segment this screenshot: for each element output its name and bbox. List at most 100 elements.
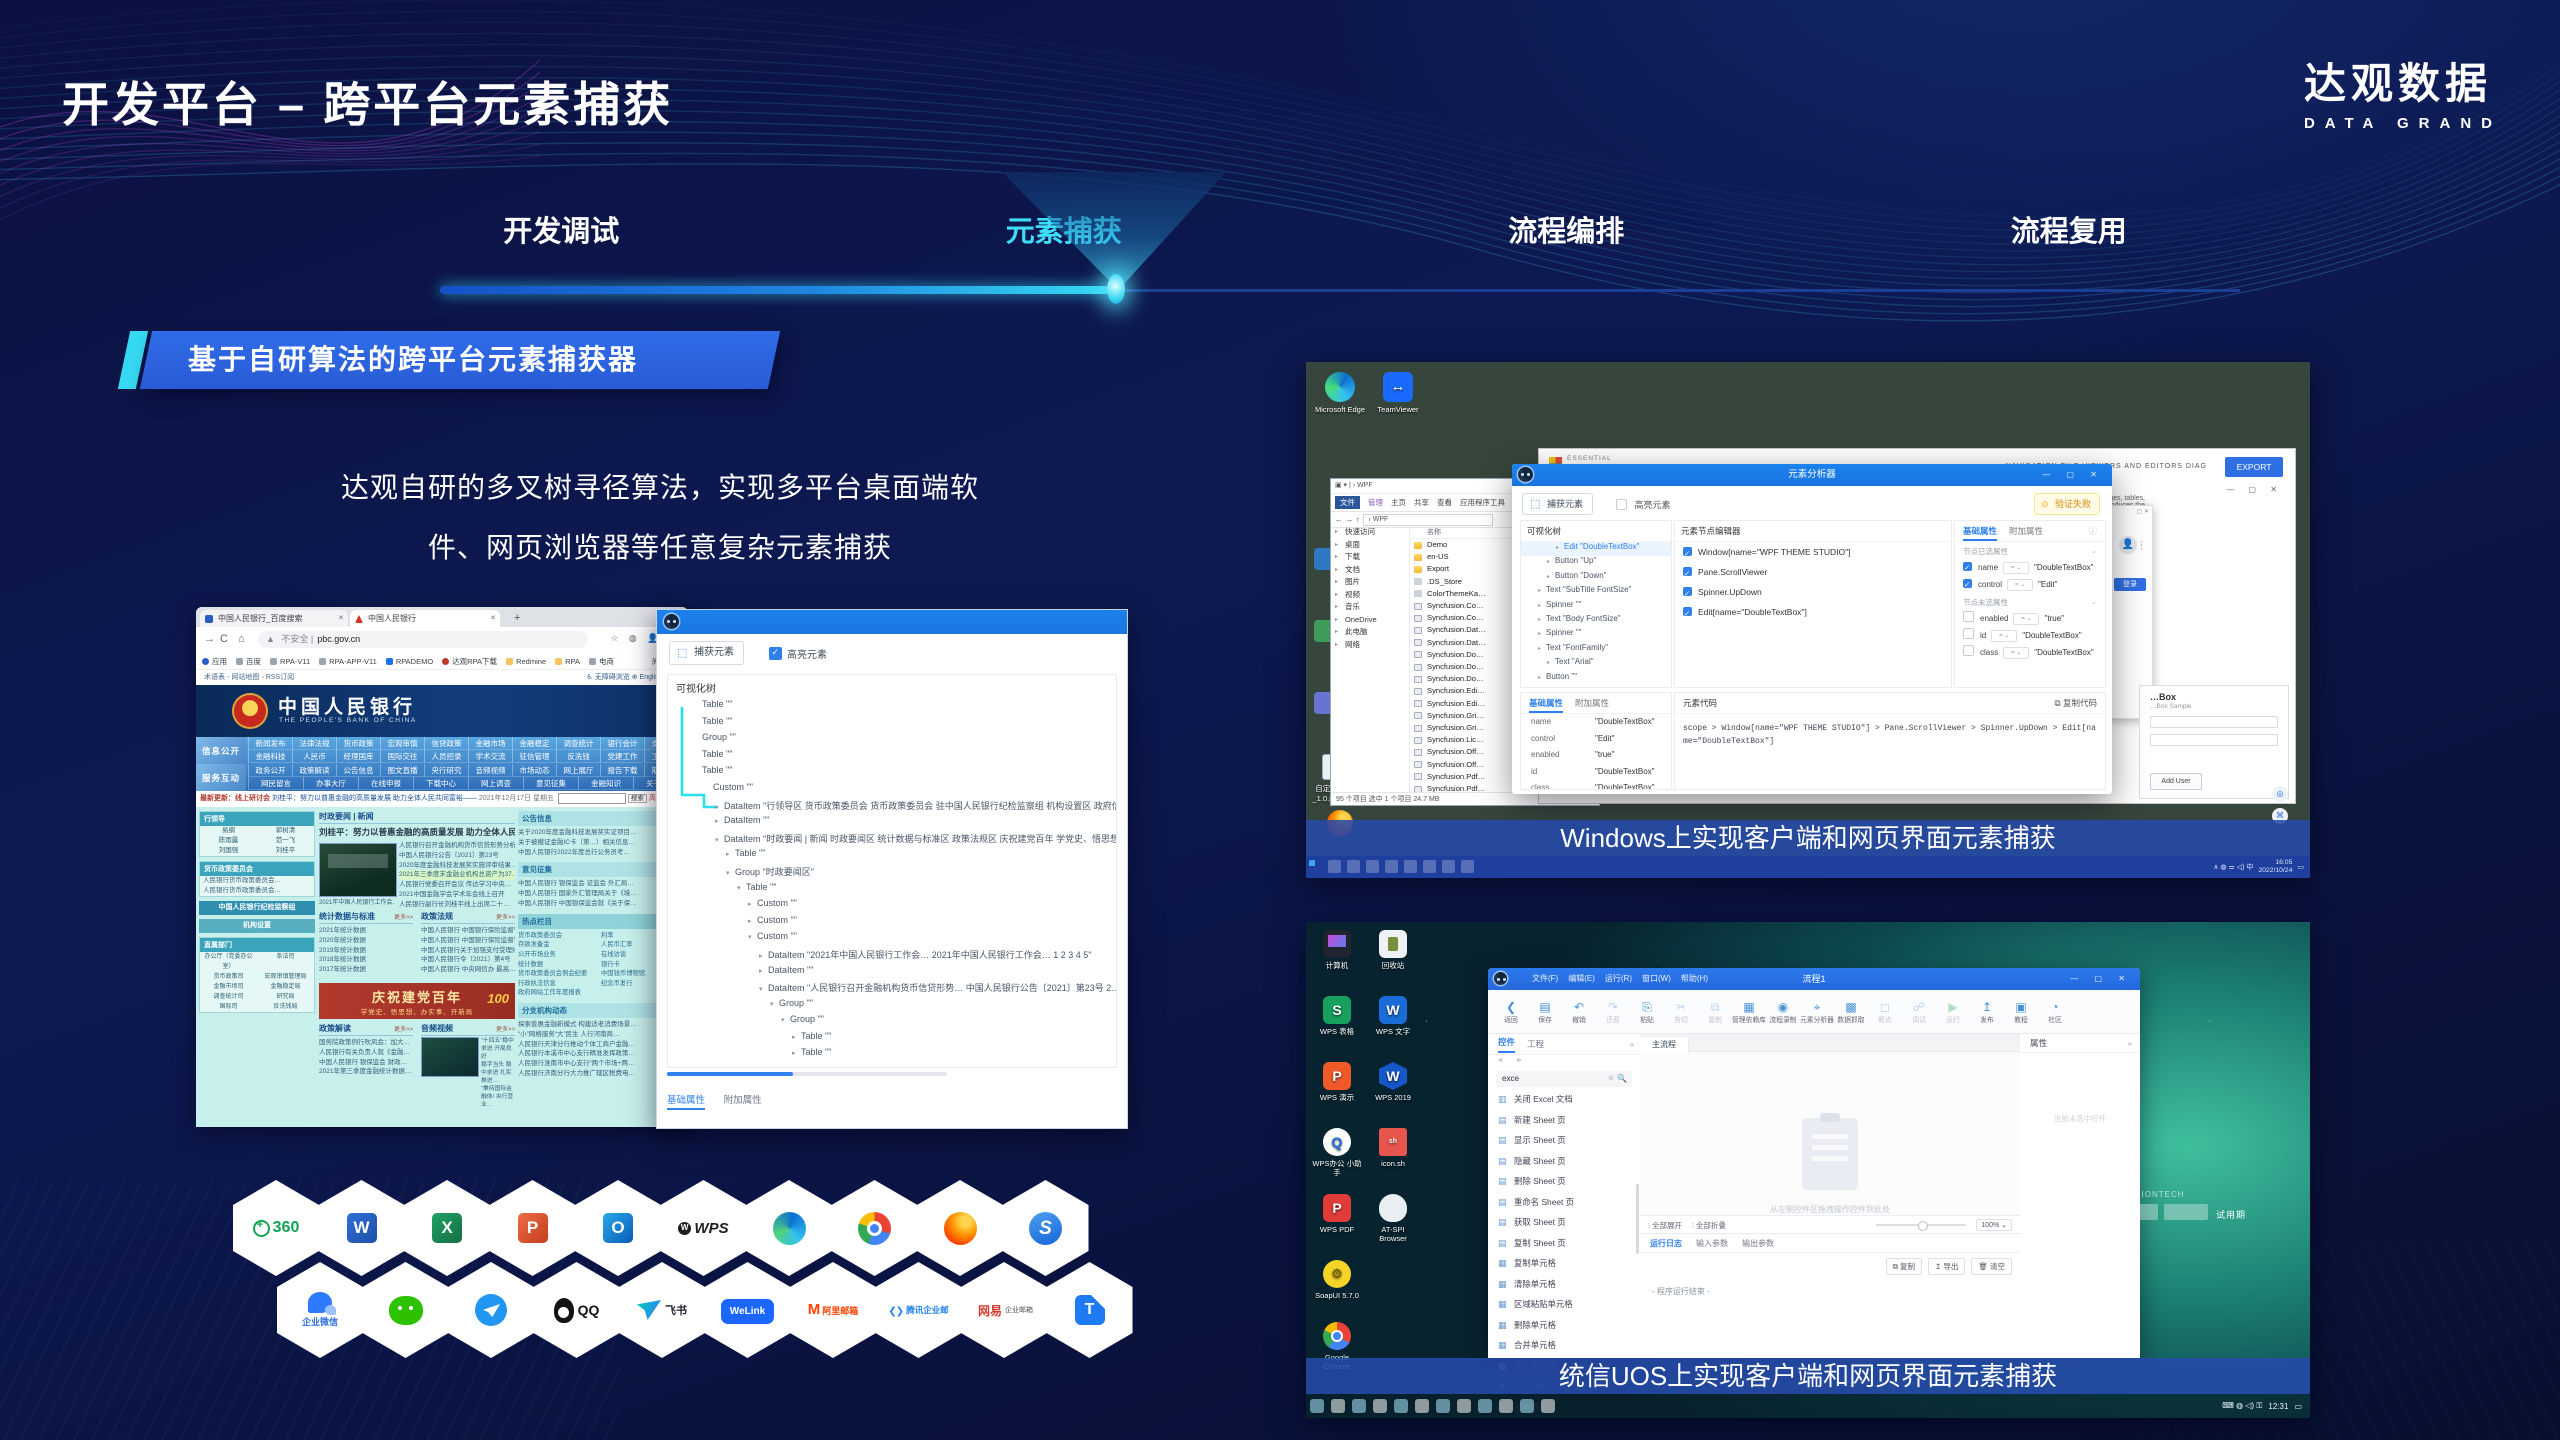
tab-extra-props[interactable]: 附加属性 [724,1095,762,1106]
tree-row[interactable]: ▾Group "" [668,1014,1116,1031]
command-item[interactable]: ▦清除单元格 [1488,1274,1640,1295]
tree-row[interactable]: Table "" [668,765,1116,782]
sidebar-item[interactable]: 网络 [1331,639,1409,652]
tree-row[interactable]: ▸DataItem "行领导区 货币政策委员会 货币政策委员会 驻中国人民银行纪… [668,799,1116,816]
bookmark-item[interactable]: 达观RPA下载 [442,656,497,667]
hot-link[interactable]: 货币政策委员会例会纪要 [518,969,601,979]
tree-row[interactable]: Table "" [668,716,1116,733]
taskbar-icon[interactable] [1347,860,1360,873]
tree-row[interactable]: ▸Text "FontFamily" [1521,643,1671,657]
hot-link[interactable]: 政府网站工作年度报表 [518,988,601,998]
desktop-icon-WPS-PDF[interactable]: PWPS PDF [1312,1194,1362,1234]
path-box[interactable]: › WPF [1363,514,1493,526]
capture-element-button[interactable]: 捕获元素 [669,641,744,665]
command-item[interactable]: ▦区域粘贴单元格 [1488,1294,1640,1315]
desktop-icon-回收站[interactable]: 回收站 [1368,930,1418,970]
toolbar-button[interactable]: ◔社区 [2038,1000,2072,1024]
law-item[interactable]: 中国人民银行 中国银行保险监督管… [421,926,515,936]
sidebar-item[interactable]: OneDrive [1331,614,1409,627]
floating-action-icon[interactable]: ◎ [2272,786,2288,802]
tree-row[interactable]: ▸Spinner "" [1521,628,1671,642]
command-item[interactable]: ▦删除单元格 [1488,1315,1640,1336]
node-checkbox[interactable] [1683,567,1692,576]
tree-row[interactable]: ▸Text "Body FontSize" [1521,614,1671,628]
leader-link[interactable]: 刘桂平 [257,846,314,856]
sample-input[interactable] [2150,716,2278,728]
desktop-icon-AT-SPI-Browser[interactable]: AT-SPI Browser [1368,1194,1418,1243]
menu-item[interactable]: 窗口(W) [1642,968,1671,990]
desktop-icon-edge[interactable]: Microsoft Edge [1314,372,1366,414]
toolbar-button[interactable]: ⎘粘贴 [1630,1000,1664,1024]
stats-item[interactable]: 2017年统计数据 [319,965,413,975]
expand-all-button[interactable]: ⫶ 全部展开 [1648,1220,1682,1231]
nav-item[interactable]: 网上调查 [468,777,523,790]
law-item[interactable]: 中国人民银行 中国银行保险监督管… [421,936,515,946]
nav-item[interactable]: 图文直播 [380,764,424,777]
control-search-input[interactable]: exce⊗🔍 [1496,1071,1632,1087]
desktop-icon-WPS办公-小助手[interactable]: QWPS办公 小助手 [1312,1128,1362,1177]
prop-checkbox[interactable] [1963,579,1972,588]
bookmark-item[interactable]: RPA-V11 [270,657,310,666]
leader-link[interactable]: 易纲 [200,826,257,836]
element-code[interactable]: scope > Window[name="WPF THEME STUDIO"] … [1675,714,2105,756]
toolbar-button[interactable]: ▦管理依赖库 [1732,1000,1766,1024]
dept-link[interactable]: 金融市场司 [200,982,257,992]
scrollbar[interactable] [1636,1184,1639,1254]
tree-row[interactable]: Table "" [668,749,1116,766]
tab-basic-props[interactable]: 基础属性 [1963,526,1997,541]
copy-code-button[interactable]: ⧉ 复制代码 [2055,697,2097,709]
toolbar-button[interactable]: ↶撤销 [1562,1000,1596,1024]
capture-element-button[interactable]: 捕获元素 [1522,493,1593,515]
export-button[interactable]: EXPORT [2225,457,2283,477]
tree-row[interactable]: ▸DataItem "2021年中国人民银行工作会… 2021年中国人民银行工作… [668,948,1116,965]
tree-row[interactable]: Table "" [668,699,1116,716]
operator-select[interactable]: = ⌄ [2003,647,2029,659]
tree-row[interactable]: ▾Group "" [668,998,1116,1015]
tree-row[interactable]: Custom "" [668,782,1116,799]
tree-row[interactable]: ▸Button "Down" [1521,571,1671,585]
window-controls[interactable]: — ▢ ✕ [2226,485,2283,494]
nav-item[interactable]: 人员招录 [424,750,468,763]
sidebar-item[interactable]: 此电脑 [1331,626,1409,639]
bookmark-item[interactable]: 百度 [236,656,261,667]
nav-item[interactable]: 国际交往 [380,750,424,763]
nav-item[interactable]: 反洗钱 [556,750,600,763]
nav-item[interactable]: 下载中心 [413,777,468,790]
tab-basic-props[interactable]: 基础属性 [667,1095,705,1110]
update-headline-link[interactable]: 刘桂平：努力以普惠金融的高质量发展 助力全体人民共同富裕—— [272,795,477,802]
news-headline[interactable]: 刘桂平：努力以普惠金融的高质量发展 助力全体人民共… [319,826,515,838]
collapse-all-button[interactable]: ⫶ 全部折叠 [1692,1220,1726,1231]
desktop-icon-teamviewer[interactable]: TeamViewer [1372,372,1424,414]
tab-item[interactable]: 流程编排 [1508,208,1624,250]
nav-item[interactable]: 央行研究 [424,764,468,777]
av-item[interactable]: 稳字当头 稳中求进 扎实推进… [481,1061,515,1085]
ribbon-file-tab[interactable]: 文件 [1335,496,1360,509]
news-item[interactable]: 人民银行副行长刘桂平线上出席二十… [399,900,515,910]
nav-item[interactable]: 金融科技 [248,750,292,763]
sidebar-item[interactable]: 音乐 [1331,601,1409,614]
more-menu-icon[interactable]: ⋮ [2137,540,2146,551]
more-link[interactable]: 更多>> [394,1024,413,1033]
desktop-icon-计算机[interactable]: 计算机 [1312,930,1362,970]
log-action-button[interactable]: ↥ 导出 [1928,1258,1965,1275]
sample-input[interactable] [2150,734,2278,746]
close-icon[interactable]: ▢ ✕ [2137,508,2149,515]
toolbar-button[interactable]: ▣教程 [2004,1000,2038,1024]
command-item[interactable]: ▤隐藏 Sheet 页 [1488,1151,1640,1172]
tab-extra-props[interactable]: 附加属性 [2009,526,2043,536]
login-button[interactable]: 登录 [2114,578,2146,591]
address-bar[interactable]: ▲ 不安全 |pbc.gov.cn [258,631,588,648]
leader-link[interactable]: 郭树清 [257,826,314,836]
designer-titlebar[interactable]: 流程1 文件(F)编辑(E)运行(R)窗口(W)帮助(H) — ▢ ✕ [1488,968,2140,990]
bookmark-item[interactable]: RPADEMO [386,657,433,666]
news-item[interactable]: 2021中国金融学会学术年会线上召开 [399,890,515,900]
nav-item[interactable]: 网上展厅 [556,764,600,777]
nav-item[interactable]: 调查统计 [556,737,600,750]
toolbar-button[interactable]: ↷还原 [1596,1000,1630,1024]
bookmark-item[interactable]: 应用 [202,656,227,667]
nav-item[interactable]: 银行会计 [600,737,644,750]
tree-row[interactable]: ▸Edit "DoubleTextBox" [1521,542,1671,556]
desktop-icon-WPS-表格[interactable]: SWPS 表格 [1312,996,1362,1036]
collapse-icon[interactable]: « [1630,1040,1634,1049]
dept-link[interactable]: 国际司 [200,1002,257,1012]
